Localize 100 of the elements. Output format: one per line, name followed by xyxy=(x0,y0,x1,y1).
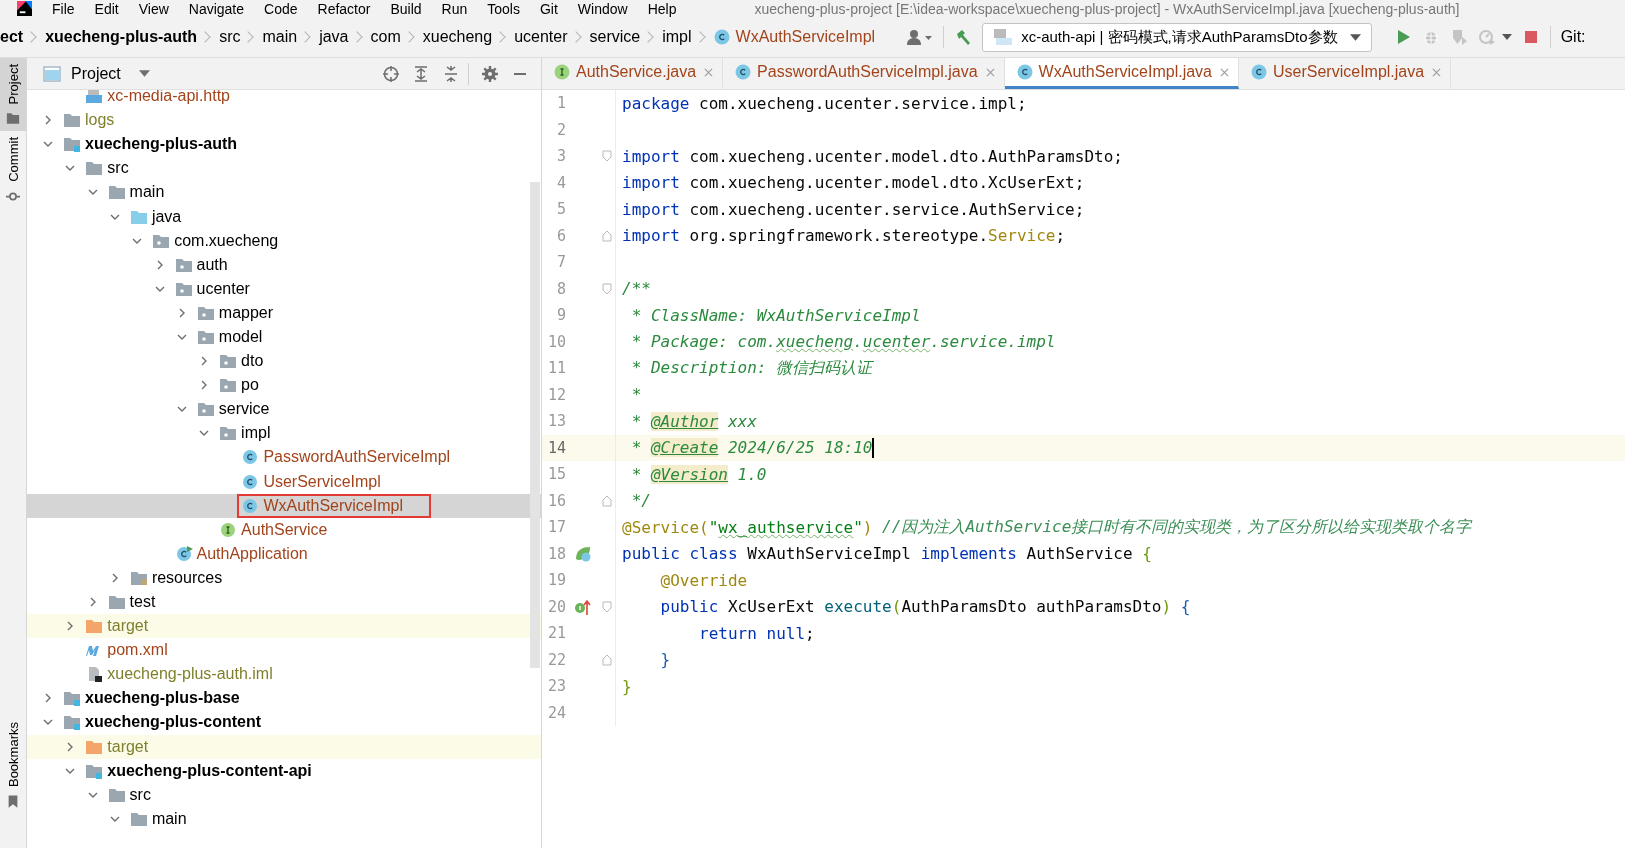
menu-item[interactable]: Help xyxy=(647,0,677,17)
breadcrumb-item[interactable]: ucenter xyxy=(514,28,568,46)
tree-item[interactable]: po xyxy=(215,373,265,398)
git-label[interactable]: Git: xyxy=(1560,28,1586,46)
bookmark-icon xyxy=(6,795,20,808)
resources-folder-icon xyxy=(129,569,148,586)
api-file-icon xyxy=(85,90,104,105)
tree-item[interactable]: java xyxy=(125,204,188,229)
breadcrumb-item[interactable]: main xyxy=(262,28,298,46)
menu-item[interactable]: Code xyxy=(264,0,298,17)
scrollbar[interactable] xyxy=(530,182,540,668)
breadcrumb-item[interactable]: xuecheng-plus-auth xyxy=(45,28,198,46)
close-icon[interactable] xyxy=(704,67,714,77)
menu-item[interactable]: Edit xyxy=(94,0,119,17)
tree-item[interactable]: AuthApplication xyxy=(170,541,314,566)
caret-icon[interactable] xyxy=(138,70,150,77)
hammer-icon[interactable] xyxy=(954,28,973,46)
menu-item[interactable]: View xyxy=(138,0,169,17)
bean-icon[interactable] xyxy=(574,544,592,563)
tree-item[interactable]: xuecheng-plus-auth.iml xyxy=(81,662,279,687)
tree-item[interactable]: xuecheng-plus-content-api xyxy=(81,758,318,783)
implements-icon[interactable] xyxy=(574,597,592,616)
tree-item[interactable]: xuecheng-plus-base xyxy=(59,686,246,711)
breadcrumb-item[interactable]: service xyxy=(589,28,641,46)
breadcrumb-item[interactable]: src xyxy=(219,28,241,46)
tool-window-button[interactable]: Commit xyxy=(0,131,26,210)
tree-item[interactable]: com.xuecheng xyxy=(148,228,285,253)
window-title: xuecheng-plus-project [E:\idea-workspace\xuecheng-plus-project] - WxAuthServiceImpl.java [xuecheng-plus-auth] xyxy=(754,0,1460,17)
menu-item[interactable]: Refactor xyxy=(317,0,371,17)
tool-window-button[interactable]: Project xyxy=(0,58,26,132)
tree-item[interactable]: logs xyxy=(59,108,121,133)
editor-tab[interactable]: WxAuthServiceImpl.java xyxy=(1004,58,1239,89)
fold-marker-icon[interactable] xyxy=(602,494,612,507)
menu-item[interactable]: Tools xyxy=(487,0,520,17)
editor-tab[interactable]: UserServiceImpl.java xyxy=(1239,58,1452,89)
tree-item[interactable]: WxAuthServiceImpl xyxy=(237,493,431,518)
tree-item[interactable]: xuecheng-plus-content xyxy=(59,710,267,735)
line-number: 7 xyxy=(555,253,566,272)
package-folder-icon xyxy=(219,353,238,370)
expand-all-icon[interactable] xyxy=(412,64,430,83)
tree-item[interactable]: auth xyxy=(170,252,234,277)
tree-item[interactable]: AuthService xyxy=(215,517,334,542)
panel-title[interactable]: Project xyxy=(71,64,121,83)
tree-item[interactable]: PasswordAuthServiceImpl xyxy=(237,445,457,470)
line-number: 18 xyxy=(546,544,566,563)
tree-item[interactable]: service xyxy=(192,397,276,422)
tree-item[interactable]: xc-media-api.http xyxy=(81,90,236,109)
code-line: * @Version 1.0 xyxy=(630,464,767,484)
tree-item[interactable]: impl xyxy=(215,421,277,446)
folder-icon xyxy=(107,786,126,803)
caret-icon[interactable] xyxy=(1501,34,1512,40)
fold-marker-icon[interactable] xyxy=(602,282,612,295)
close-icon[interactable] xyxy=(985,67,995,77)
tree-item[interactable]: UserServiceImpl xyxy=(237,469,387,494)
tree-item[interactable]: main xyxy=(125,806,193,831)
menu-item[interactable]: Git xyxy=(539,0,558,17)
line-number: 9 xyxy=(555,306,566,325)
fold-marker-icon[interactable] xyxy=(602,600,612,613)
settings-icon[interactable] xyxy=(481,64,499,83)
tree-item[interactable]: model xyxy=(192,325,269,349)
close-icon[interactable] xyxy=(1220,67,1229,77)
menu-item[interactable]: Window xyxy=(577,0,628,17)
breadcrumb-item[interactable]: impl xyxy=(662,28,692,46)
breadcrumb-item[interactable]: WxAuthServiceImpl xyxy=(713,28,876,46)
tree-item[interactable]: pom.xml xyxy=(81,638,174,663)
close-icon[interactable] xyxy=(1432,67,1442,77)
breadcrumb-item[interactable]: com xyxy=(370,28,401,46)
fold-marker-icon[interactable] xyxy=(602,229,612,242)
editor-tab[interactable]: AuthService.java xyxy=(542,58,724,89)
breadcrumb-item[interactable]: java xyxy=(319,28,349,46)
tree-item[interactable]: ucenter xyxy=(170,276,256,301)
interface-icon xyxy=(554,64,570,80)
tree-item[interactable]: resources xyxy=(125,565,229,590)
folder-icon xyxy=(85,618,104,635)
tree-item[interactable]: test xyxy=(103,590,162,614)
tree-item[interactable]: main xyxy=(103,180,171,205)
tree-item[interactable]: xuecheng-plus-auth xyxy=(59,132,243,157)
tree-item[interactable]: dto xyxy=(215,349,270,374)
tool-window-button[interactable]: Bookmarks xyxy=(0,715,26,848)
menu-item[interactable]: File xyxy=(52,0,75,17)
collapse-all-icon[interactable] xyxy=(442,64,460,83)
breadcrumb-item[interactable]: ect xyxy=(0,28,24,46)
user-icon[interactable] xyxy=(905,28,934,46)
tree-item[interactable]: mapper xyxy=(192,300,280,325)
locate-icon[interactable] xyxy=(382,64,400,83)
run-configuration-dropdown[interactable]: xc-auth-api | 密码模式,请求AuthParamsDto参数 xyxy=(982,22,1372,52)
menu-item[interactable]: Build xyxy=(390,0,422,17)
line-number: 1 xyxy=(555,94,566,113)
breadcrumb-item[interactable]: xuecheng xyxy=(422,28,493,46)
editor-tab[interactable]: PasswordAuthServiceImpl.java xyxy=(723,58,1005,89)
tree-item[interactable]: src xyxy=(81,156,135,181)
menu-item[interactable]: Run xyxy=(441,0,468,17)
line-number: 13 xyxy=(546,412,566,431)
menu-item[interactable]: Navigate xyxy=(188,0,245,17)
code-line: public XcUserExt execute(AuthParamsDto authParamsDto) { xyxy=(659,597,1191,617)
tree-item[interactable]: target xyxy=(81,614,155,639)
tree-item[interactable]: target xyxy=(81,734,155,759)
fold-marker-icon[interactable] xyxy=(602,150,612,163)
fold-marker-icon[interactable] xyxy=(602,653,612,666)
tree-item[interactable]: src xyxy=(103,782,157,807)
